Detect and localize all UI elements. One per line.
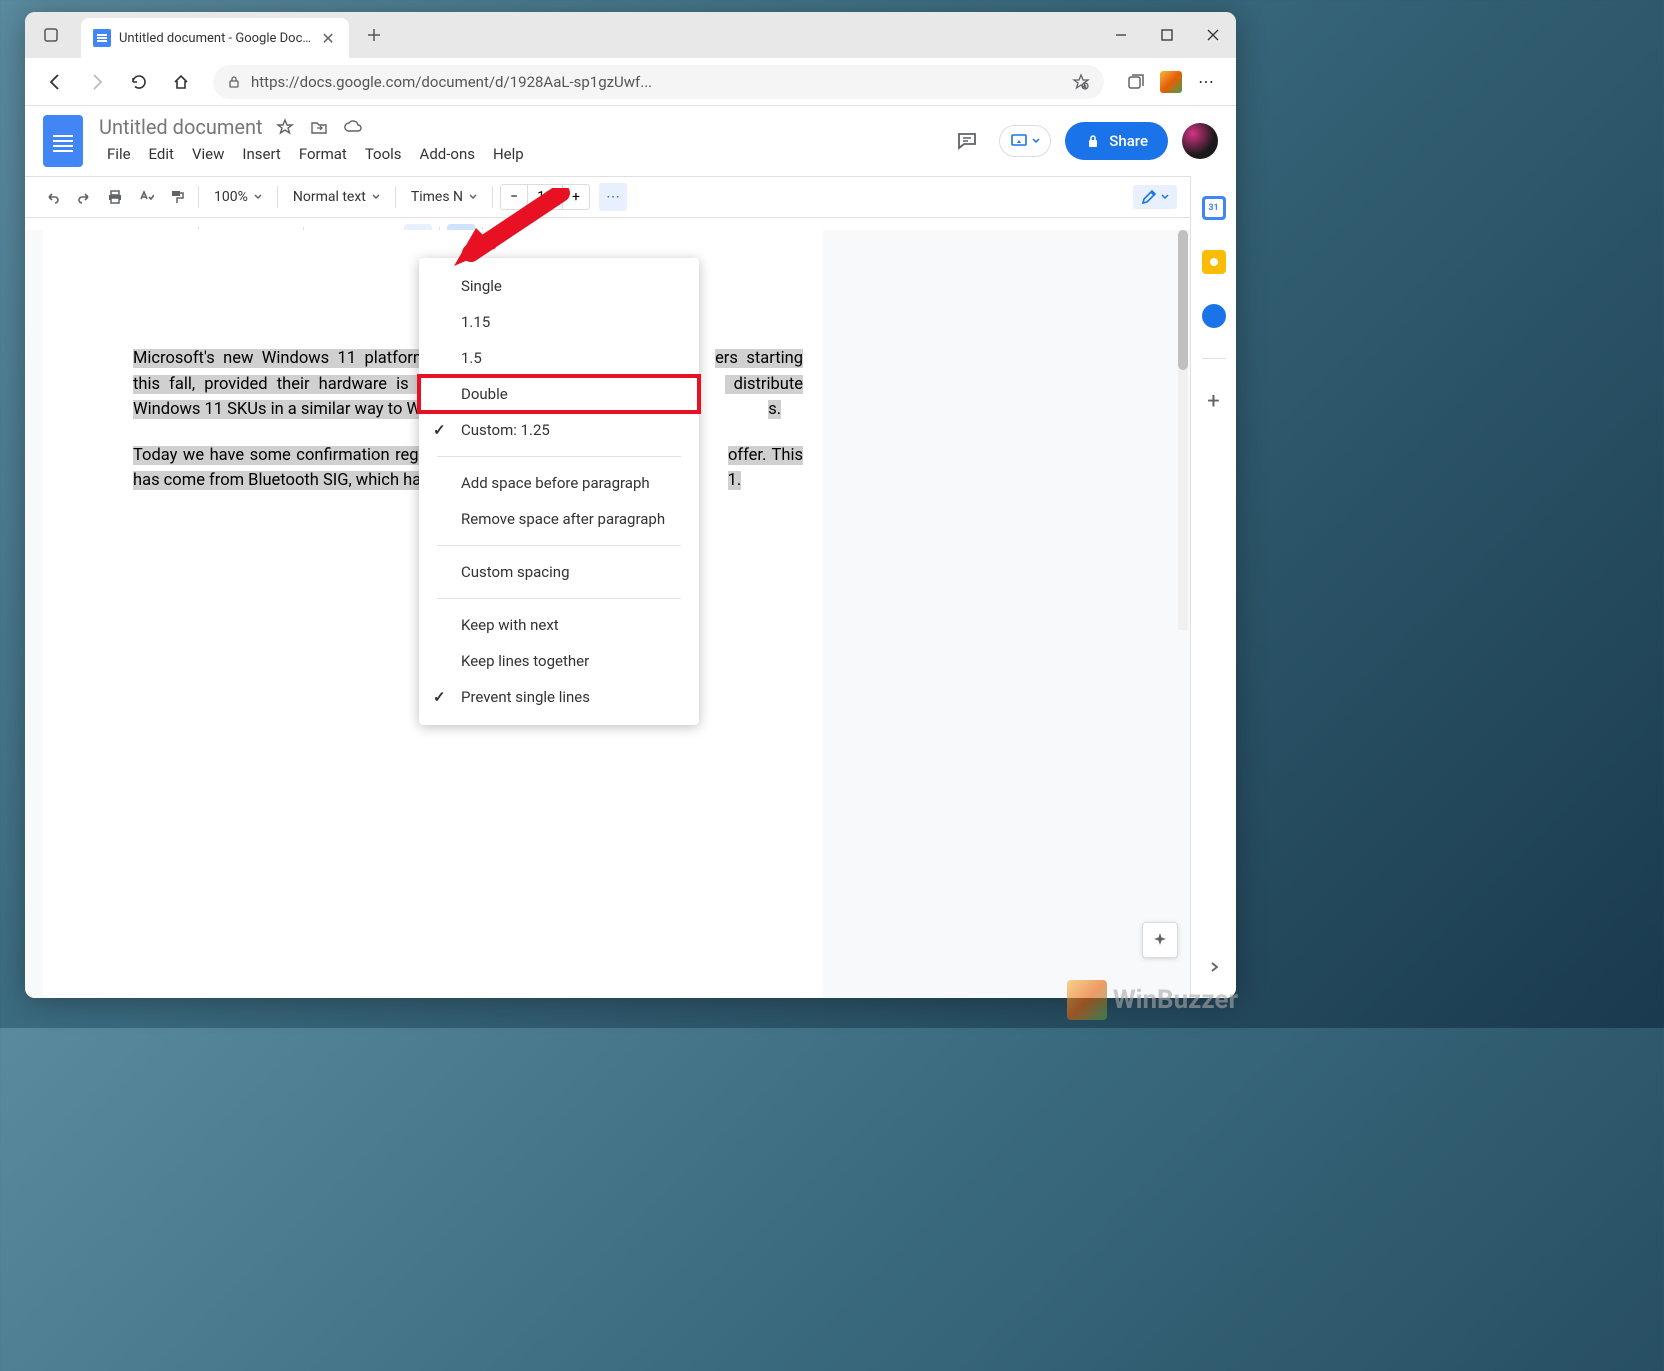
tasks-icon[interactable]	[1202, 304, 1226, 328]
share-label: Share	[1109, 132, 1148, 150]
url-input[interactable]: https://docs.google.com/document/d/1928A…	[213, 65, 1104, 99]
tab-actions-button[interactable]	[33, 20, 69, 50]
keep-with-next[interactable]: Keep with next	[419, 607, 699, 643]
custom-spacing[interactable]: Custom spacing	[419, 554, 699, 590]
browser-addressbar: https://docs.google.com/document/d/1928A…	[25, 58, 1236, 106]
new-tab-button[interactable]	[359, 20, 389, 50]
menu-format[interactable]: Format	[291, 141, 355, 167]
toolbar-primary: 100% Normal text Times N − 12 + ⋯	[25, 176, 1236, 218]
browser-tab[interactable]: Untitled document - Google Doc… ✕	[81, 18, 349, 58]
editing-mode-button[interactable]	[1133, 185, 1177, 209]
spellcheck-button[interactable]	[132, 183, 160, 211]
scrollbar-thumb[interactable]	[1178, 230, 1188, 370]
back-button[interactable]	[37, 64, 73, 100]
side-panel: +	[1190, 176, 1236, 998]
extension-icon[interactable]	[1160, 71, 1182, 93]
browser-window: Untitled document - Google Doc… ✕ https:…	[25, 12, 1236, 998]
paint-format-button[interactable]	[163, 183, 191, 211]
font-dropdown[interactable]: Times N	[403, 183, 485, 211]
remove-space-after[interactable]: Remove space after paragraph	[419, 501, 699, 537]
pencil-icon	[1141, 189, 1157, 205]
font-size-control[interactable]: − 12 +	[500, 184, 590, 210]
chevron-down-icon	[1032, 137, 1040, 145]
tab-title: Untitled document - Google Doc…	[119, 31, 311, 46]
font-size-decrease[interactable]: −	[501, 184, 527, 210]
favorite-icon[interactable]	[1072, 73, 1090, 91]
font-size-increase[interactable]: +	[563, 184, 589, 210]
docs-header: Untitled document File Edit View Insert …	[25, 106, 1236, 176]
menu-help[interactable]: Help	[485, 141, 532, 167]
maximize-button[interactable]	[1144, 12, 1190, 58]
redo-button[interactable]	[70, 183, 98, 211]
tab-close-button[interactable]: ✕	[319, 29, 337, 47]
keep-icon[interactable]	[1202, 250, 1226, 274]
font-size-value[interactable]: 12	[527, 184, 563, 210]
prevent-single-lines[interactable]: Prevent single lines	[419, 679, 699, 715]
collections-button[interactable]	[1118, 64, 1154, 100]
watermark: WinBuzzer	[1067, 980, 1238, 1020]
minimize-button[interactable]	[1098, 12, 1144, 58]
undo-button[interactable]	[39, 183, 67, 211]
line-spacing-dropdown: Single 1.15 1.5 Double Custom: 1.25 Add …	[419, 258, 699, 725]
star-button[interactable]	[273, 115, 297, 139]
watermark-logo-icon	[1067, 980, 1107, 1020]
vertical-scrollbar[interactable]	[1178, 230, 1188, 630]
spacing-double[interactable]: Double	[419, 376, 699, 412]
zoom-dropdown[interactable]: 100%	[206, 183, 270, 211]
menu-file[interactable]: File	[99, 141, 139, 167]
close-window-button[interactable]	[1190, 12, 1236, 58]
forward-button[interactable]	[79, 64, 115, 100]
share-button[interactable]: Share	[1065, 122, 1168, 160]
lock-icon	[227, 75, 241, 89]
print-button[interactable]	[101, 183, 129, 211]
menu-tools[interactable]: Tools	[357, 141, 410, 167]
user-avatar[interactable]	[1182, 123, 1218, 159]
docs-favicon-icon	[93, 29, 111, 47]
menu-edit[interactable]: Edit	[141, 141, 182, 167]
add-space-before[interactable]: Add space before paragraph	[419, 465, 699, 501]
present-button[interactable]	[999, 125, 1051, 157]
hide-panel-button[interactable]	[1207, 959, 1221, 978]
more-button[interactable]: ⋯	[1188, 64, 1224, 100]
docs-logo-icon[interactable]	[43, 115, 83, 167]
menu-addons[interactable]: Add-ons	[412, 141, 483, 167]
url-text: https://docs.google.com/document/d/1928A…	[251, 73, 1062, 91]
spacing-single[interactable]: Single	[419, 268, 699, 304]
keep-lines-together[interactable]: Keep lines together	[419, 643, 699, 679]
refresh-button[interactable]	[121, 64, 157, 100]
browser-titlebar: Untitled document - Google Doc… ✕	[25, 12, 1236, 58]
move-button[interactable]	[307, 115, 331, 139]
spacing-1-15[interactable]: 1.15	[419, 304, 699, 340]
watermark-text: WinBuzzer	[1113, 985, 1238, 1015]
toolbar-more-button[interactable]: ⋯	[599, 183, 627, 211]
menu-view[interactable]: View	[184, 141, 232, 167]
calendar-icon[interactable]	[1202, 196, 1226, 220]
style-dropdown[interactable]: Normal text	[285, 183, 388, 211]
comments-button[interactable]	[949, 123, 985, 159]
lock-icon	[1085, 133, 1101, 149]
addons-plus-button[interactable]: +	[1207, 389, 1219, 414]
document-title[interactable]: Untitled document	[99, 115, 263, 139]
menu-insert[interactable]: Insert	[234, 141, 288, 167]
cloud-status-icon[interactable]	[341, 115, 365, 139]
explore-button[interactable]	[1142, 922, 1178, 958]
spacing-1-5[interactable]: 1.5	[419, 340, 699, 376]
home-button[interactable]	[163, 64, 199, 100]
spacing-custom-current[interactable]: Custom: 1.25	[419, 412, 699, 448]
menu-bar: File Edit View Insert Format Tools Add-o…	[99, 141, 532, 167]
